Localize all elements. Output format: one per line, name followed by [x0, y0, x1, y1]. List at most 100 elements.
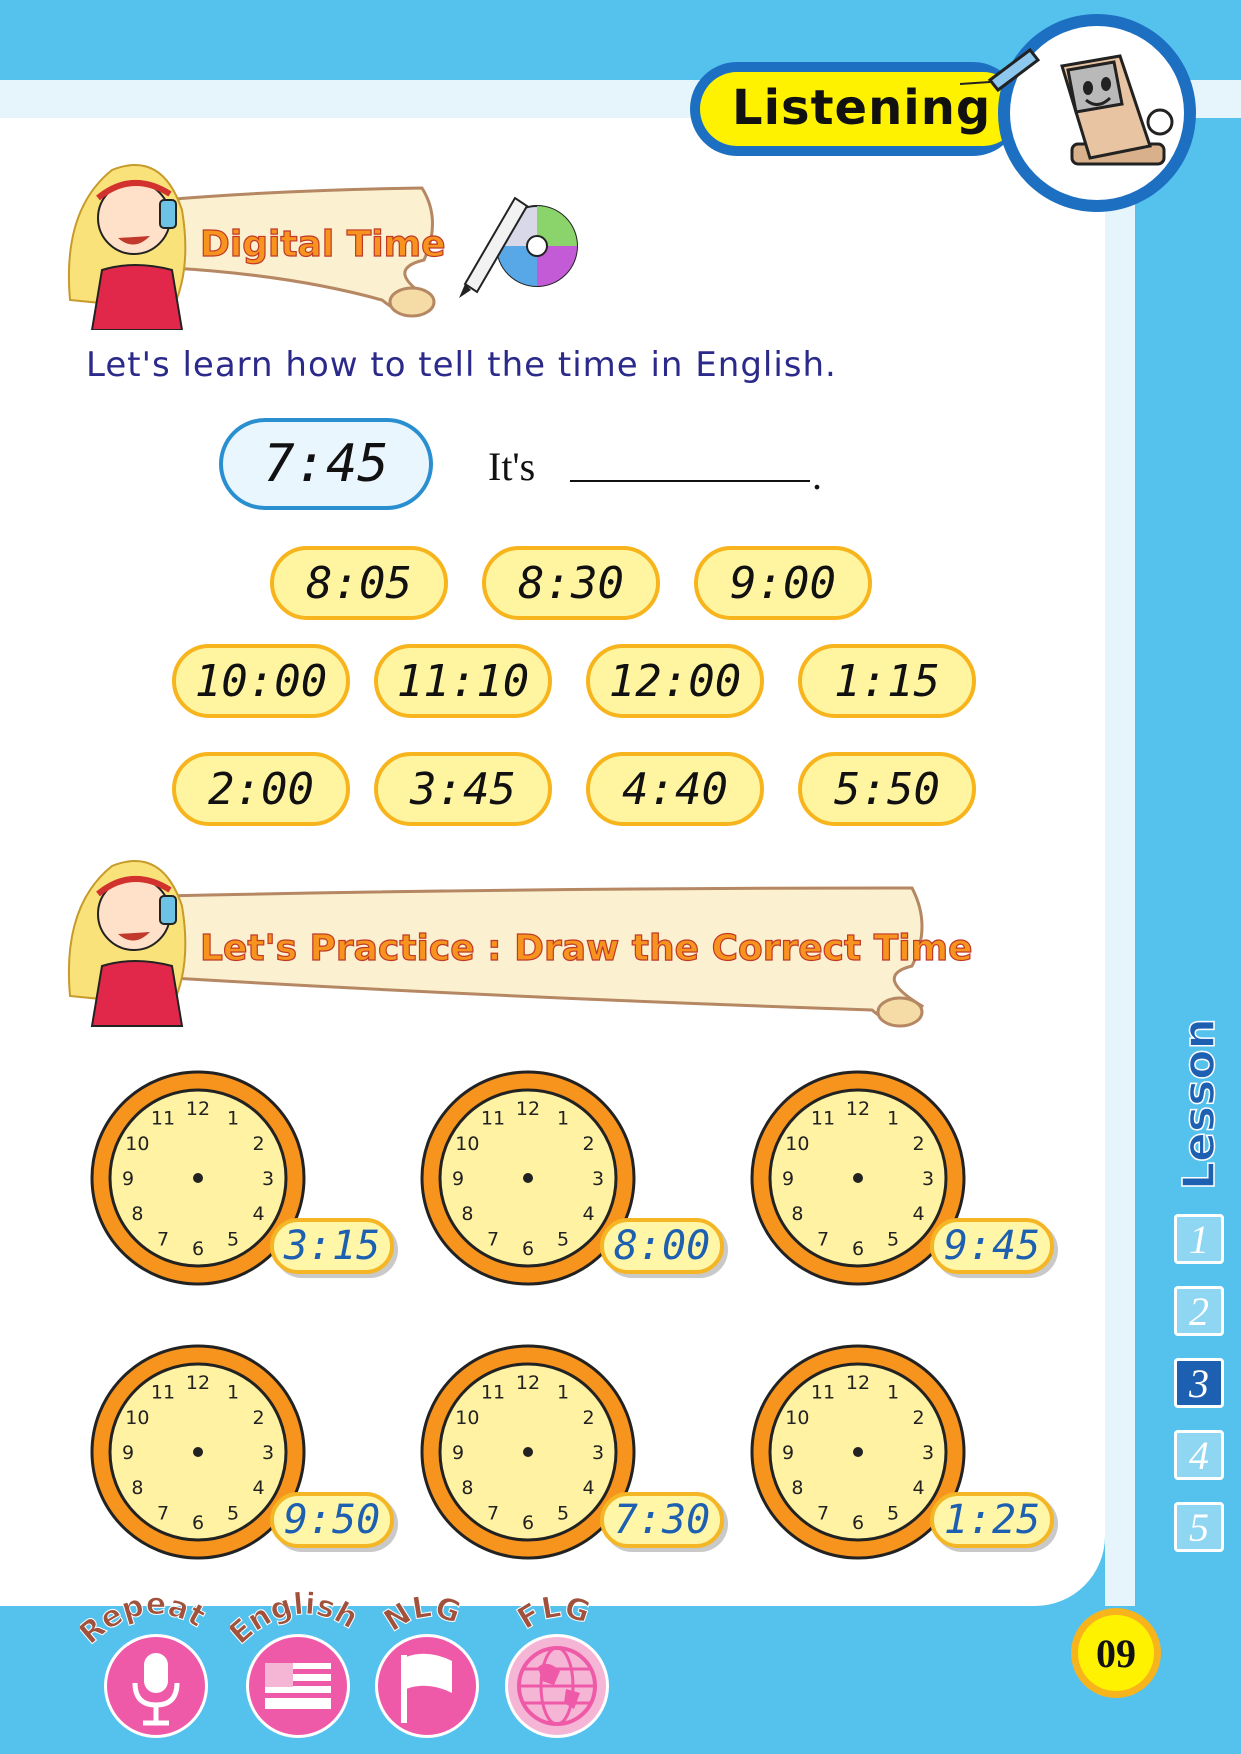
clock-number: 8: [131, 1203, 143, 1225]
clock-number: 1: [557, 1381, 569, 1403]
clock-number: 2: [253, 1407, 265, 1429]
answer-period: .: [812, 453, 822, 498]
section-title-practice: Let's Practice : Draw the Correct Time: [199, 927, 973, 969]
clock-number: 11: [811, 1381, 835, 1403]
clock-number: 12: [846, 1372, 870, 1394]
clock-number: 6: [852, 1512, 864, 1534]
clock-number: 6: [522, 1238, 534, 1260]
clock-number: 9: [452, 1442, 464, 1464]
clock-number: 2: [913, 1407, 925, 1429]
clock-number: 4: [583, 1203, 595, 1225]
clock-number: 1: [227, 1381, 239, 1403]
lesson-4[interactable]: 4: [1174, 1430, 1224, 1480]
clock-number: 8: [791, 1477, 803, 1499]
clock-number: 8: [461, 1477, 473, 1499]
globe-icon[interactable]: [505, 1634, 609, 1738]
target-time-label: 9:50: [270, 1492, 394, 1548]
clock-number: 4: [913, 1477, 925, 1499]
lesson-2[interactable]: 2: [1174, 1286, 1224, 1336]
target-time-label: 8:00: [600, 1218, 724, 1274]
lesson-1[interactable]: 1: [1174, 1214, 1224, 1264]
clock-number: 7: [487, 1503, 499, 1525]
clock-number: 10: [125, 1133, 149, 1155]
clock-number: 8: [791, 1203, 803, 1225]
clock-number: 1: [227, 1107, 239, 1129]
time-chip: 9:00: [694, 546, 872, 620]
svg-text:NLG: NLG: [378, 1589, 465, 1639]
nlg-label-text: NLG: [377, 1589, 465, 1640]
clock-number: 9: [122, 1168, 134, 1190]
clock-number: 7: [157, 1229, 169, 1251]
clock-number: 6: [522, 1512, 534, 1534]
clock-number: 1: [887, 1381, 899, 1403]
clock-number: 9: [782, 1168, 794, 1190]
clock-number: 12: [846, 1098, 870, 1120]
clock-number: 5: [557, 1503, 569, 1525]
clock-number: 12: [516, 1098, 540, 1120]
clock-number: 12: [186, 1372, 210, 1394]
clock-number: 3: [922, 1168, 934, 1190]
clock-number: 2: [583, 1133, 595, 1155]
clock-number: 10: [455, 1133, 479, 1155]
clock-number: 10: [455, 1407, 479, 1429]
instruction-text: Let's learn how to tell the time in Engl…: [86, 345, 837, 385]
us-flag-icon[interactable]: [246, 1634, 350, 1738]
target-time-label: 3:15: [270, 1218, 394, 1274]
clock-number: 3: [262, 1168, 274, 1190]
time-chip: 8:05: [270, 546, 448, 620]
clock-number: 7: [817, 1503, 829, 1525]
clock-number: 9: [782, 1442, 794, 1464]
clock-number: 5: [557, 1229, 569, 1251]
clock-number: 10: [785, 1407, 809, 1429]
lesson-label-text: Lesson: [1174, 1020, 1225, 1190]
time-chip: 4:40: [586, 752, 764, 826]
clock-number: 5: [227, 1503, 239, 1525]
clock-number: 4: [913, 1203, 925, 1225]
svg-text:FLG: FLG: [512, 1589, 595, 1636]
clock-number: 6: [852, 1238, 864, 1260]
clock-number: 4: [253, 1477, 265, 1499]
clock-number: 11: [481, 1381, 505, 1403]
lesson-3-active[interactable]: 3: [1174, 1358, 1224, 1408]
clock-number: 9: [452, 1168, 464, 1190]
clock-number: 3: [262, 1442, 274, 1464]
time-chip: 12:00: [586, 644, 764, 718]
pen-tip-icon: [960, 47, 1040, 93]
clock-number: 3: [922, 1442, 934, 1464]
clock-number: 3: [592, 1442, 604, 1464]
clock-number: 2: [253, 1133, 265, 1155]
clock-number: 6: [192, 1238, 204, 1260]
right-strip: [1105, 80, 1135, 1606]
clock-number: 1: [557, 1107, 569, 1129]
listening-label: Listening: [732, 80, 992, 136]
flg-label-text: FLG: [511, 1589, 595, 1637]
clock-number: 5: [887, 1503, 899, 1525]
clock-number: 2: [913, 1133, 925, 1155]
clock-number: 4: [583, 1477, 595, 1499]
clock-number: 3: [592, 1168, 604, 1190]
clock-number: 11: [811, 1107, 835, 1129]
clock-number: 12: [516, 1372, 540, 1394]
clock-number: 1: [887, 1107, 899, 1129]
flag-icon[interactable]: [375, 1634, 479, 1738]
example-time: 7:45: [219, 418, 433, 510]
page-number: 09: [1078, 1615, 1154, 1691]
answer-prompt: It's: [488, 444, 536, 489]
clock-number: 11: [151, 1107, 175, 1129]
clock-number: 8: [131, 1477, 143, 1499]
clock-number: 7: [157, 1503, 169, 1525]
microphone-icon[interactable]: [104, 1634, 208, 1738]
clock-number: 6: [192, 1512, 204, 1534]
lesson-5[interactable]: 5: [1174, 1502, 1224, 1552]
time-chip: 10:00: [172, 644, 350, 718]
clock-number: 12: [186, 1098, 210, 1120]
clock-number: 5: [887, 1229, 899, 1251]
clock-number: 8: [461, 1203, 473, 1225]
clock-number: 11: [481, 1107, 505, 1129]
audio-pen-cd-icon: [459, 196, 578, 298]
clock-number: 7: [817, 1229, 829, 1251]
clock-number: 10: [785, 1133, 809, 1155]
answer-blank-line[interactable]: [570, 480, 810, 482]
target-time-label: 1:25: [930, 1492, 1054, 1548]
time-chip: 5:50: [798, 752, 976, 826]
